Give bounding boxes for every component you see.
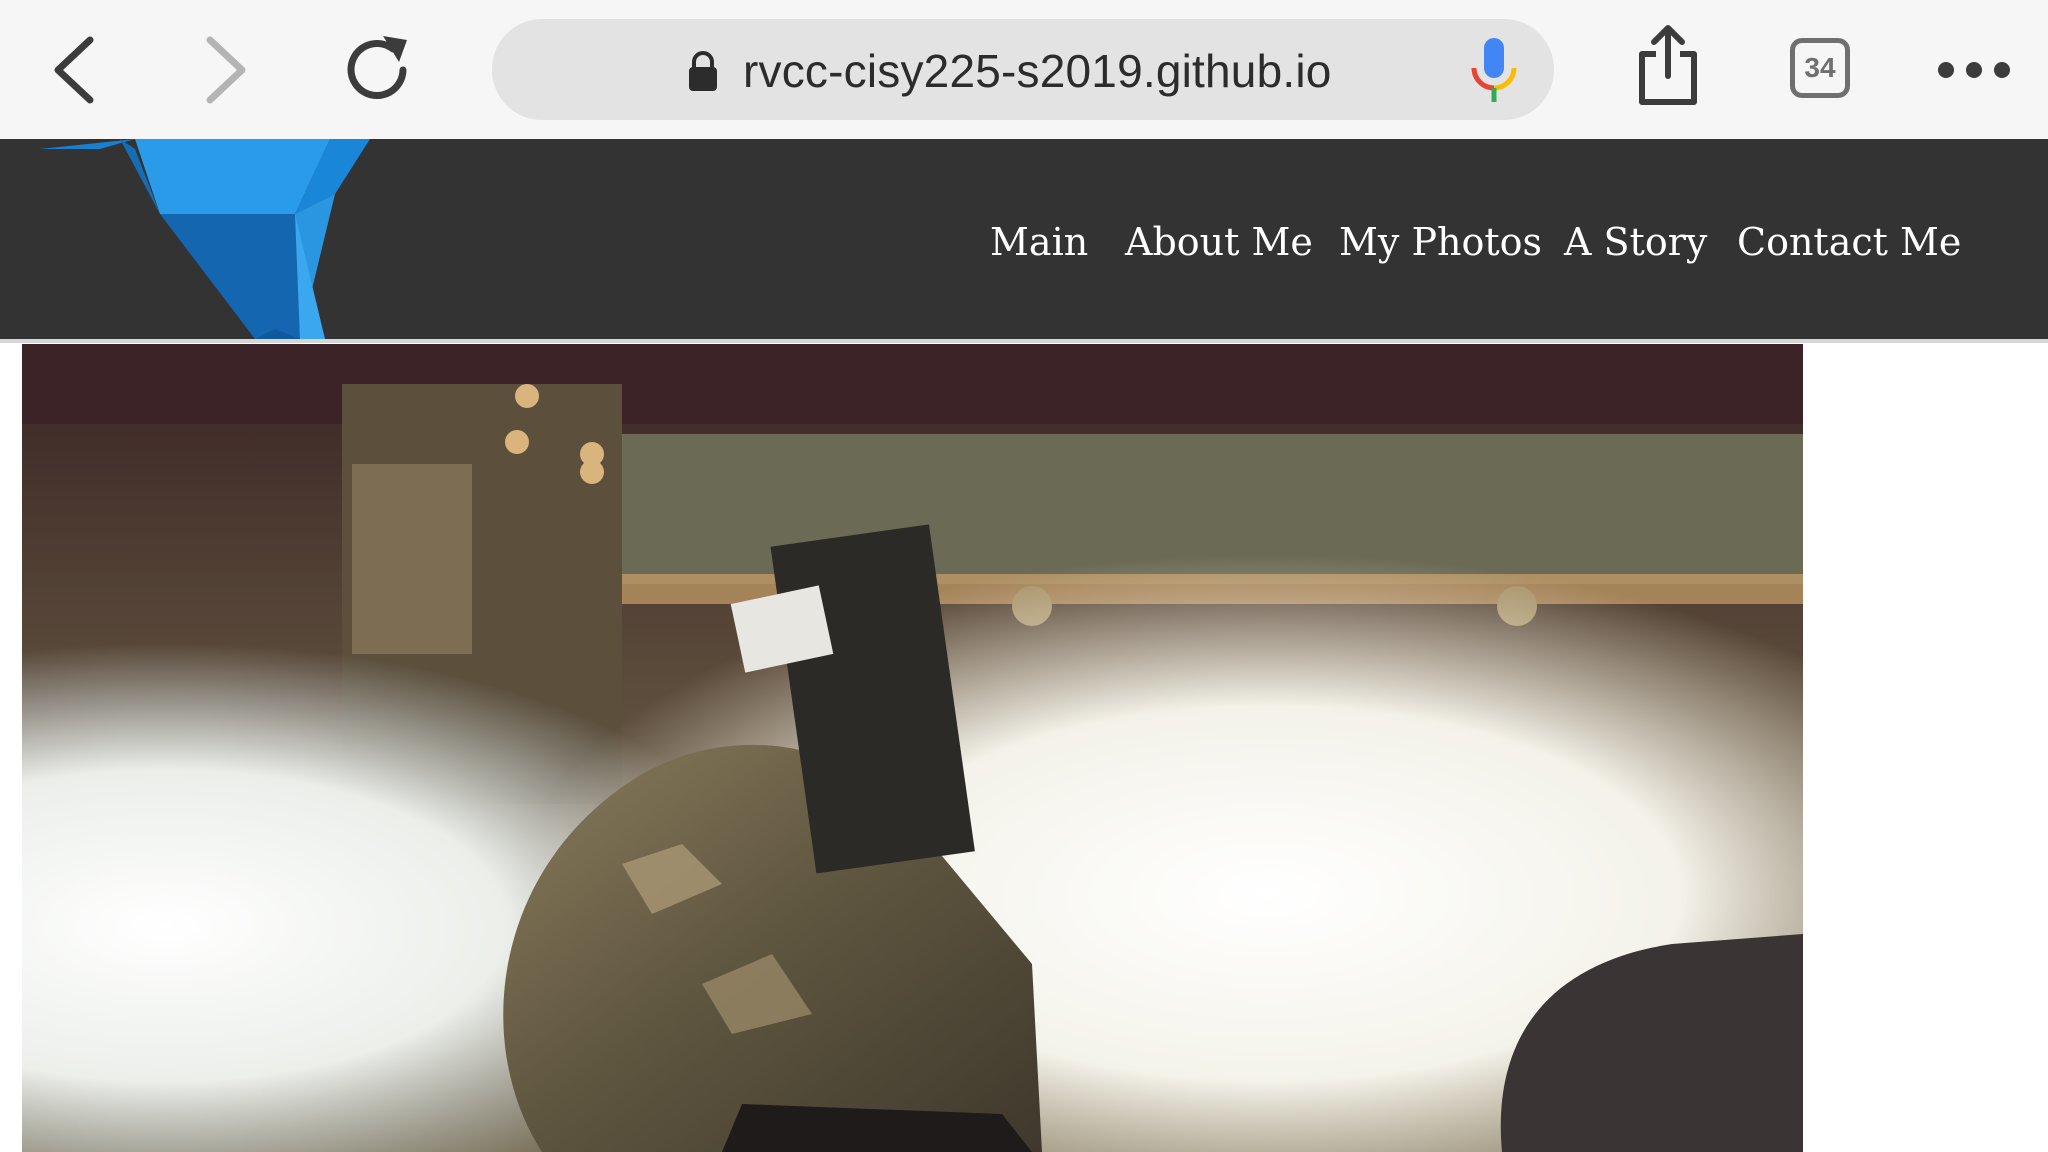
- nav-item-main[interactable]: Main: [990, 214, 1088, 270]
- reload-button[interactable]: [335, 28, 419, 112]
- url-text[interactable]: rvcc-cisy225-s2019.github.io: [743, 38, 1332, 104]
- back-button[interactable]: [40, 30, 110, 110]
- nav-item-about-me[interactable]: About Me: [1125, 214, 1313, 270]
- more-dots-icon: [1938, 62, 2010, 78]
- lock-icon: [689, 51, 717, 91]
- more-button[interactable]: [1934, 50, 2014, 90]
- tabs-button[interactable]: 34: [1787, 35, 1853, 101]
- share-button[interactable]: [1630, 24, 1706, 108]
- microphone-icon: [1471, 38, 1517, 102]
- chevron-left-icon: [54, 36, 94, 104]
- tabs-icon: 34: [1790, 38, 1850, 98]
- hero-photo-image: [22, 344, 1803, 1152]
- hero-photo: [22, 344, 1803, 1152]
- nav-item-my-photos[interactable]: My Photos: [1339, 214, 1542, 270]
- forward-button[interactable]: [190, 30, 260, 110]
- nav-item-contact-me[interactable]: Contact Me: [1737, 214, 1961, 270]
- nav-item-a-story[interactable]: A Story: [1564, 214, 1707, 270]
- tab-count: 34: [1804, 52, 1836, 83]
- share-icon: [1639, 25, 1697, 105]
- header-divider: [0, 339, 2048, 343]
- main-nav: Main About Me My Photos A Story Contact …: [0, 139, 2048, 339]
- voice-search-button[interactable]: [1466, 34, 1522, 106]
- reload-icon: [347, 36, 407, 99]
- browser-toolbar: rvcc-cisy225-s2019.github.io 34: [0, 0, 2048, 139]
- chevron-right-icon: [206, 36, 246, 104]
